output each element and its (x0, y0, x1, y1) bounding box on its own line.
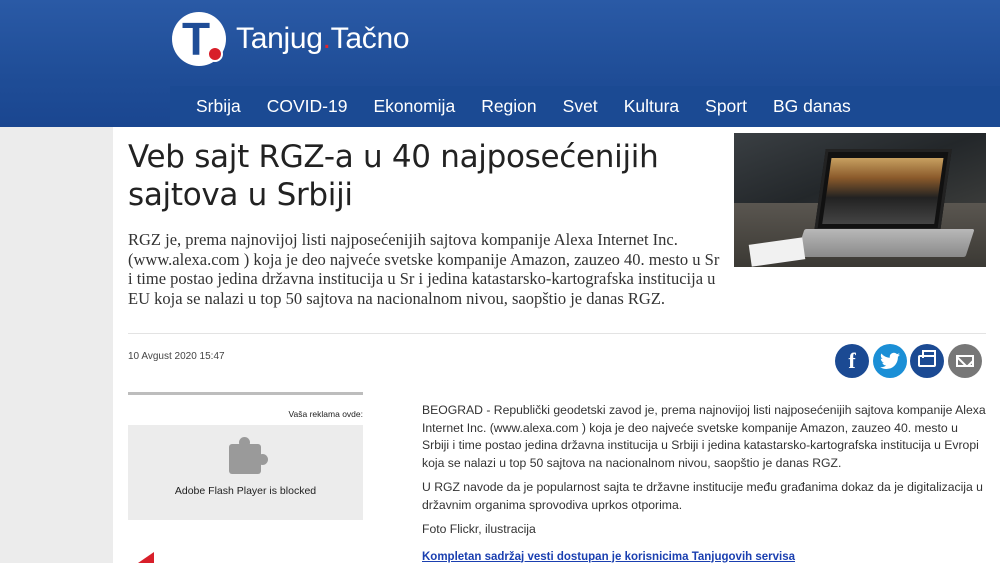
article-title: Veb sajt RGZ-a u 40 najposećenijih sajto… (128, 139, 659, 213)
article-divider (128, 333, 986, 334)
ad-top-border (128, 392, 363, 395)
article-body: BEOGRAD - Republički geodetski zavod je,… (422, 402, 988, 563)
hero-laptop-screen (814, 149, 952, 231)
nav-item-ekonomija[interactable]: Ekonomija (360, 96, 468, 117)
twitter-share-button[interactable] (873, 344, 907, 378)
nav-item-region[interactable]: Region (468, 96, 549, 117)
logo-letter: T (182, 13, 211, 65)
nav-item-sport[interactable]: Sport (692, 96, 760, 117)
article-hero-image (734, 133, 986, 267)
nav-item-kultura[interactable]: Kultura (611, 96, 692, 117)
nav-item-srbija[interactable]: Srbija (170, 96, 254, 117)
envelope-icon (956, 355, 974, 367)
body-paragraph: BEOGRAD - Republički geodetski zavod je,… (422, 403, 986, 470)
hero-laptop-keyboard (795, 229, 975, 257)
twitter-icon (880, 352, 900, 369)
globe-icon (207, 46, 223, 62)
logo-wordmark: Tanjug.Tačno (236, 22, 410, 56)
site-header: T Tanjug.Tačno Srbija COVID-19 Ekonomija… (0, 0, 1000, 127)
print-button[interactable] (910, 344, 944, 378)
facebook-icon: f (848, 348, 856, 373)
logo-emblem-icon: T (172, 12, 226, 66)
flash-placeholder[interactable]: Adobe Flash Player is blocked (128, 425, 363, 520)
nav-item-svet[interactable]: Svet (550, 96, 611, 117)
printer-icon (918, 350, 936, 367)
puzzle-icon (229, 437, 268, 474)
article-date: 10 Avgust 2020 15:47 (128, 351, 225, 362)
main-nav: Srbija COVID-19 Ekonomija Region Svet Ku… (170, 86, 1000, 127)
ad-label: Vaša reklama ovde: (288, 409, 364, 419)
email-share-button[interactable] (948, 344, 982, 378)
logo-main: Tanjug (236, 22, 323, 55)
nav-item-bg-danas[interactable]: BG danas (760, 96, 864, 117)
ad-slot: Vaša reklama ovde: Adobe Flash Player is… (128, 392, 363, 522)
flash-blocked-text: Adobe Flash Player is blocked (174, 485, 317, 497)
article-lead: RGZ je, prema najnovijoj listi najposeće… (128, 230, 720, 308)
body-paragraph: U RGZ navode da je popularnost sajta te … (422, 480, 983, 512)
site-logo[interactable]: T Tanjug.Tačno (172, 12, 410, 66)
logo-second: Tačno (330, 22, 410, 55)
red-corner-mark (138, 552, 154, 563)
photo-credit: Foto Flickr, ilustracija (422, 522, 536, 536)
subscriber-link[interactable]: Kompletan sadržaj vesti dostupan je kori… (422, 549, 988, 563)
nav-item-covid[interactable]: COVID-19 (254, 96, 361, 117)
page-gutter (0, 127, 113, 563)
facebook-share-button[interactable]: f (835, 344, 869, 378)
logo-dot: . (322, 22, 331, 55)
